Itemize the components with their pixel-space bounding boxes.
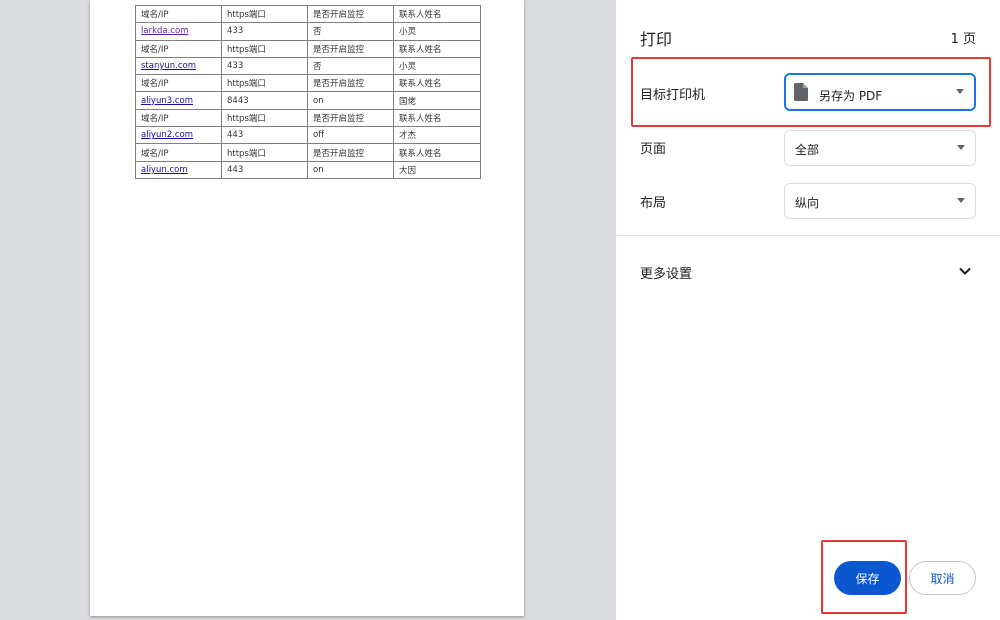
domain-link[interactable]: aliyun2.com (141, 130, 193, 140)
domain-cell: aliyun2.com (135, 126, 222, 145)
domain-cell: stanyun.com (135, 56, 222, 76)
contact-cell: 小灵 (393, 22, 481, 41)
monitor-cell: on (307, 160, 394, 179)
domain-link[interactable]: larkda.com (141, 26, 188, 36)
port-cell: 433 (221, 56, 308, 76)
port-cell: 8443 (221, 91, 308, 110)
header-cell: https端口 (221, 39, 308, 58)
contact-cell: 国佬 (393, 91, 481, 110)
header-cell: https端口 (221, 108, 308, 128)
header-cell: 域名/IP (135, 143, 222, 162)
caret-down-icon (957, 145, 965, 150)
monitor-cell: off (307, 126, 394, 145)
preview-page: 域名/IP https端口 是否开启监控 联系人姓名 larkda.com 433 否小灵域… (90, 0, 524, 616)
header-cell: 联系人姓名 (393, 108, 481, 128)
port-cell: 443 (221, 126, 308, 145)
table-header-row: 域名/IP https端口 是否开启监控 联系人姓名 (135, 143, 481, 162)
table-row: stanyun.com 433 否小灵 (135, 56, 481, 76)
chevron-down-icon[interactable] (958, 264, 972, 278)
domain-cell: aliyun3.com (135, 91, 222, 110)
caret-down-icon (956, 89, 964, 94)
header-cell: 是否开启监控 (307, 74, 394, 93)
table-row: larkda.com 433 否小灵 (135, 22, 481, 41)
table-row: aliyun2.com 443 off 才杰 (135, 126, 481, 145)
table-header-row: 域名/IP https端口 是否开启监控 联系人姓名 (135, 74, 481, 93)
table-header-row: 域名/IP https端口 是否开启监控 联系人姓名 (135, 4, 481, 24)
header-cell: 域名/IP (135, 4, 222, 24)
domain-link[interactable]: stanyun.com (141, 61, 196, 71)
domain-cell: aliyun.com (135, 160, 222, 179)
table-header-row: 域名/IP https端口 是否开启监控 联系人姓名 (135, 108, 481, 128)
monitor-cell: 否 (307, 56, 394, 76)
printer-select[interactable]: 另存为 PDF (784, 73, 976, 111)
port-cell: 443 (221, 160, 308, 179)
header-cell: 域名/IP (135, 108, 222, 128)
dialog-title: 打印 (640, 30, 673, 49)
layout-label: 布局 (640, 196, 667, 211)
header-cell: 域名/IP (135, 39, 222, 58)
pages-label: 页面 (640, 142, 667, 157)
print-settings-panel: 打印 1 页 目标打印机 另存为 PDF 页面 全部 布局 纵向 更多设置 保存… (616, 0, 1000, 620)
monitor-cell: 否 (307, 22, 394, 41)
domain-link[interactable]: aliyun.com (141, 165, 188, 175)
port-cell: 433 (221, 22, 308, 41)
header-cell: 联系人姓名 (393, 4, 481, 24)
table-row: aliyun.com 443 on 大因 (135, 160, 481, 179)
table-header-row: 域名/IP https端口 是否开启监控 联系人姓名 (135, 39, 481, 58)
contact-cell: 才杰 (393, 126, 481, 145)
print-preview-area: 域名/IP https端口 是否开启监控 联系人姓名 larkda.com 433 否小灵域… (0, 0, 616, 620)
header-cell: 是否开启监控 (307, 108, 394, 128)
cancel-button[interactable]: 取消 (909, 561, 976, 595)
header-cell: 联系人姓名 (393, 39, 481, 58)
domain-link[interactable]: aliyun3.com (141, 96, 193, 106)
more-settings-toggle[interactable]: 更多设置 (640, 263, 692, 282)
header-cell: 联系人姓名 (393, 143, 481, 162)
table-row: aliyun3.com 8443 on 国佬 (135, 91, 481, 110)
page-count: 1 页 (950, 32, 976, 47)
contact-cell: 小灵 (393, 56, 481, 76)
caret-down-icon (957, 198, 965, 203)
preview-table: 域名/IP https端口 是否开启监控 联系人姓名 larkda.com 433 否小灵域… (135, 4, 481, 179)
layout-select[interactable]: 纵向 (784, 183, 976, 219)
domain-cell: larkda.com (135, 22, 222, 41)
pages-select[interactable]: 全部 (784, 130, 976, 166)
monitor-cell: on (307, 91, 394, 110)
printer-value: 另存为 PDF (819, 89, 883, 103)
header-cell: https端口 (221, 4, 308, 24)
header-cell: 域名/IP (135, 74, 222, 93)
contact-cell: 大因 (393, 160, 481, 179)
divider (616, 235, 1000, 236)
file-icon (794, 83, 808, 101)
save-button[interactable]: 保存 (834, 561, 901, 595)
header-cell: 是否开启监控 (307, 39, 394, 58)
header-cell: 是否开启监控 (307, 143, 394, 162)
header-cell: 联系人姓名 (393, 74, 481, 93)
header-cell: https端口 (221, 143, 308, 162)
layout-value: 纵向 (795, 196, 820, 210)
pages-value: 全部 (795, 143, 820, 157)
printer-label: 目标打印机 (640, 88, 706, 103)
header-cell: https端口 (221, 74, 308, 93)
header-cell: 是否开启监控 (307, 4, 394, 24)
